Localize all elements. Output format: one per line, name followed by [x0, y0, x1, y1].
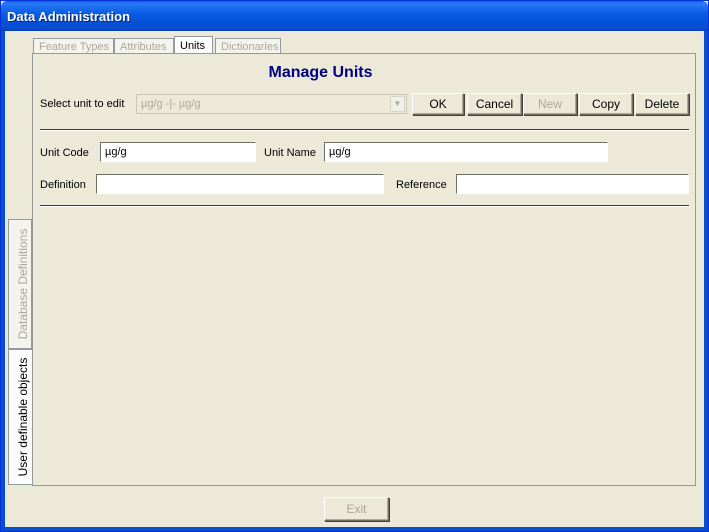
data-administration-window: Data Administration Database Definitions… [0, 0, 709, 532]
side-tab-strip: Database Definitions User definable obje… [5, 31, 34, 531]
select-unit-label: Select unit to edit [40, 98, 125, 110]
definition-label: Definition [40, 179, 86, 191]
definition-input[interactable] [96, 174, 384, 194]
unit-name-label: Unit Name [264, 147, 316, 159]
exit-button[interactable]: Exit [324, 497, 389, 521]
reference-input[interactable] [456, 174, 689, 194]
side-tab-user-definable-objects[interactable]: User definable objects [8, 349, 32, 485]
copy-button[interactable]: Copy [579, 93, 633, 115]
ok-button[interactable]: OK [412, 93, 464, 115]
footer-bar: Exit [5, 486, 704, 529]
chevron-down-icon[interactable]: ▼ [390, 96, 405, 112]
page-title: Manage Units [268, 64, 373, 81]
tab-label: Feature Types [39, 41, 110, 53]
manage-units-panel: Manage Units Select unit to edit µg/g -|… [33, 56, 695, 485]
separator [40, 205, 689, 207]
new-button[interactable]: New [523, 93, 577, 115]
title-bar[interactable]: Data Administration [1, 1, 708, 31]
unit-select-value: µg/g -|- µg/g [141, 98, 201, 110]
cancel-button[interactable]: Cancel [467, 93, 522, 115]
unit-select-dropdown[interactable]: µg/g -|- µg/g ▼ [136, 94, 407, 114]
tab-label: Units [180, 40, 206, 52]
unit-name-input[interactable] [324, 142, 608, 162]
reference-label: Reference [396, 179, 447, 191]
tab-label: Attributes [120, 41, 167, 53]
delete-button[interactable]: Delete [635, 93, 689, 115]
tab-label: Dictionaries [221, 41, 279, 53]
unit-code-input[interactable] [100, 142, 256, 162]
unit-code-label: Unit Code [40, 147, 89, 159]
window-border-right [704, 31, 708, 531]
window-title: Data Administration [7, 9, 131, 24]
separator [40, 129, 689, 131]
